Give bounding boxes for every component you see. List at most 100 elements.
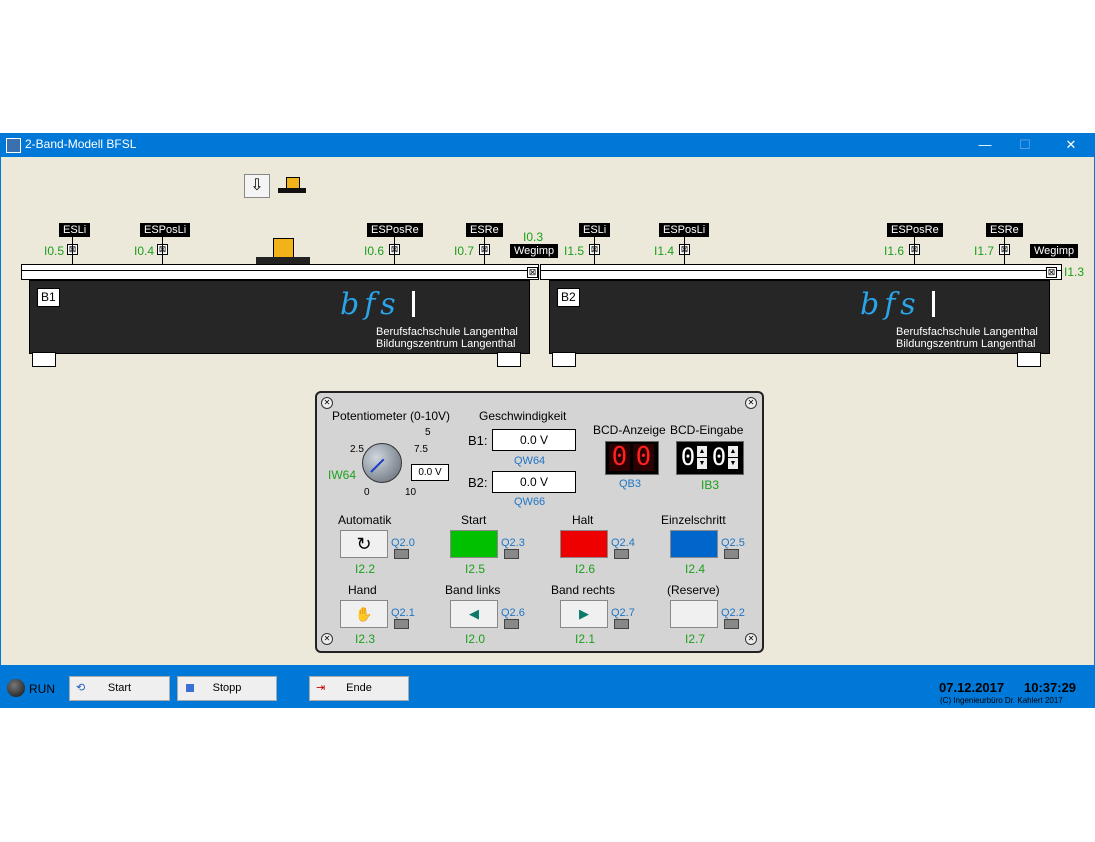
q-label: Q2.2 xyxy=(721,607,745,619)
btn-label-band-rechts: Band rechts xyxy=(551,583,616,597)
halt-button[interactable] xyxy=(560,530,608,558)
logo-bar xyxy=(932,291,935,317)
poti-tick: 10 xyxy=(405,487,417,498)
belt-foot xyxy=(497,352,521,367)
bcd-display: 0 0 xyxy=(605,441,659,475)
screw-icon: ✕ xyxy=(745,397,757,409)
belt-text-1: Berufsfachschule Langenthal xyxy=(896,326,1038,338)
bcd-down-button[interactable]: ▼ xyxy=(697,458,707,469)
poti-title: Potentiometer (0-10V) xyxy=(332,409,451,423)
exit-label: Ende xyxy=(346,682,372,694)
io-label: I0.4 xyxy=(134,244,155,258)
exit-icon: ⇥ xyxy=(316,682,326,694)
q-label: Q2.7 xyxy=(611,607,635,619)
speed-b1-io: QW64 xyxy=(514,455,546,467)
sensor-label-esposli-b2: ESPosLi xyxy=(659,223,710,237)
bcd-digit: 0 xyxy=(633,444,654,471)
status-led xyxy=(394,549,409,559)
belt-foot xyxy=(552,352,576,367)
start-label: Start xyxy=(107,682,132,694)
sensor-label-esli-b2: ESLi xyxy=(579,223,611,237)
sensor-label-esli-b1: ESLi xyxy=(59,223,91,237)
arrow-right-icon: ▶ xyxy=(579,606,589,621)
q-label: Q2.4 xyxy=(611,537,635,549)
belt-text-1: Berufsfachschule Langenthal xyxy=(376,326,518,338)
screw-icon: ✕ xyxy=(745,633,757,645)
status-led xyxy=(394,619,409,629)
workpiece-icon[interactable] xyxy=(278,177,306,194)
exit-button[interactable]: ⇥ Ende xyxy=(309,676,409,701)
bcd-out-io: QB3 xyxy=(619,478,642,490)
reserve-button[interactable] xyxy=(670,600,718,628)
poti-tick: 5 xyxy=(425,427,431,438)
bcd-input-digit: 0 xyxy=(680,443,696,471)
potentiometer-knob[interactable] xyxy=(362,443,402,483)
copyright: (C) Ingenieurbüro Dr. Kahlert 2017 xyxy=(940,696,1063,705)
io-label: I0.6 xyxy=(364,244,385,258)
minimize-button[interactable]: — xyxy=(963,135,1007,155)
stop-sim-button[interactable]: Stopp xyxy=(177,676,277,701)
wegimp-io-b2: I1.3 xyxy=(1064,265,1085,279)
bcd-in-title: BCD-Eingabe xyxy=(670,423,744,437)
date-display: 07.12.2017 xyxy=(939,680,1005,695)
wegimp-io-b1: I0.3 xyxy=(523,230,544,244)
belt-id-label: B2 xyxy=(557,288,580,307)
einzelschritt-button[interactable] xyxy=(670,530,718,558)
q-label: Q2.5 xyxy=(721,537,745,549)
belt-foot xyxy=(32,352,56,367)
band-rechts-button[interactable]: ▶ xyxy=(560,600,608,628)
time-display: 10:37:29 xyxy=(1024,680,1077,695)
close-button[interactable]: ✕ xyxy=(1049,135,1093,155)
i-label: I2.2 xyxy=(355,562,376,576)
q-label: Q2.0 xyxy=(391,537,415,549)
title-bar: 2-Band-Modell BFSL — ☐ ✕ xyxy=(0,133,1095,157)
i-label: I2.6 xyxy=(575,562,596,576)
maximize-button[interactable]: ☐ xyxy=(1003,135,1047,155)
band-links-button[interactable]: ◀ xyxy=(450,600,498,628)
wegimp-checkbox-b2[interactable]: ⊠ xyxy=(1046,267,1057,278)
wegimp-checkbox-b1[interactable]: ⊠ xyxy=(527,267,538,278)
belt-foot xyxy=(1017,352,1041,367)
bcd-down-button[interactable]: ▼ xyxy=(728,458,738,469)
btn-label-reserve: (Reserve) xyxy=(667,583,720,597)
sensor-label-esposre-b2: ESPosRe xyxy=(887,223,943,237)
rail-b1: ⊠ xyxy=(21,264,539,280)
automatik-button[interactable]: ↻ xyxy=(340,530,388,558)
download-arrow-button[interactable]: ⇩ xyxy=(244,174,270,198)
hand-icon: ✋ xyxy=(355,606,373,622)
io-label: I0.5 xyxy=(44,244,65,258)
btn-label-band-links: Band links xyxy=(445,583,501,597)
status-led xyxy=(504,619,519,629)
hand-button[interactable]: ✋ xyxy=(340,600,388,628)
screw-icon: ✕ xyxy=(321,633,333,645)
cycle-icon: ↻ xyxy=(356,534,372,554)
loop-icon: ⟲ xyxy=(76,682,86,694)
speed-b1-label: B1: xyxy=(468,433,488,448)
start-button[interactable] xyxy=(450,530,498,558)
io-label: I1.4 xyxy=(654,244,675,258)
stop-label: Stopp xyxy=(212,682,242,694)
belt-id-label: B1 xyxy=(37,288,60,307)
workpiece[interactable] xyxy=(256,238,310,264)
poti-io: IW64 xyxy=(328,468,357,482)
i-label: I2.4 xyxy=(685,562,706,576)
wegimp-label-b1: Wegimp xyxy=(510,244,559,258)
poti-value: 0.0 V xyxy=(411,464,449,481)
status-led xyxy=(504,549,519,559)
bcd-input-digit: 0 xyxy=(711,443,727,471)
bcd-up-button[interactable]: ▲ xyxy=(697,446,707,457)
start-sim-button[interactable]: ⟲ Start xyxy=(69,676,170,701)
bottom-bar: RUN ⟲ Start Stopp ⇥ Ende 07.12.2017 10:3… xyxy=(0,665,1095,708)
speed-b2-io: QW66 xyxy=(514,496,546,508)
rail-b2: ⊠ xyxy=(540,264,1062,280)
bcd-up-button[interactable]: ▲ xyxy=(728,446,738,457)
q-label: Q2.1 xyxy=(391,607,415,619)
poti-tick: 2.5 xyxy=(350,444,364,455)
screw-icon: ✕ xyxy=(321,397,333,409)
poti-tick: 7.5 xyxy=(414,444,428,455)
bfs-logo: bfs xyxy=(340,287,401,322)
status-led xyxy=(614,549,629,559)
run-led-icon xyxy=(7,679,25,697)
sensor-label-esposre-b1: ESPosRe xyxy=(367,223,423,237)
status-led xyxy=(724,619,739,629)
